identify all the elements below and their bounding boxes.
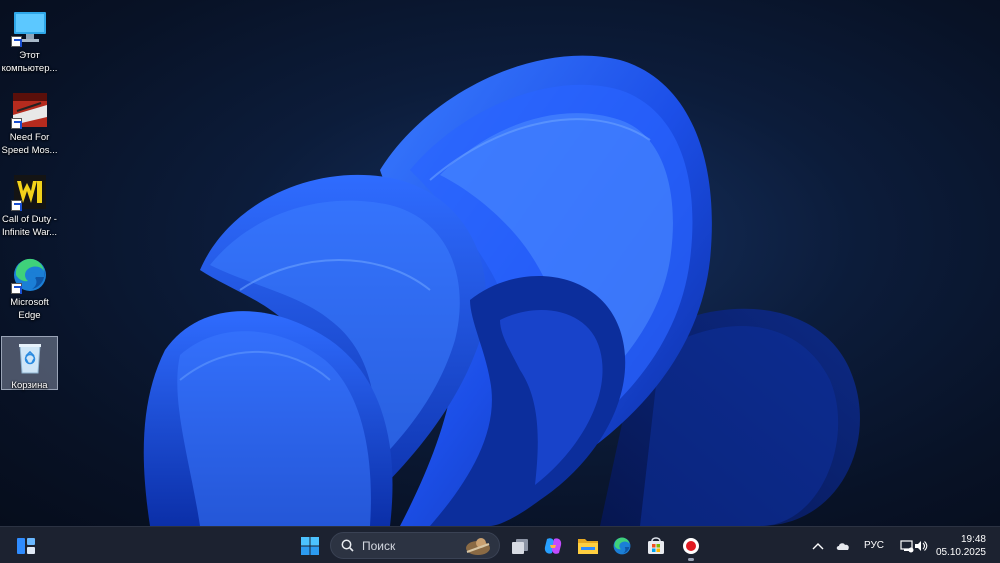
desktop-icon-edge[interactable]: Microsoft Edge bbox=[1, 251, 58, 331]
search-box[interactable]: Поиск bbox=[330, 532, 500, 559]
task-view-button[interactable] bbox=[505, 531, 535, 561]
copilot-icon bbox=[544, 538, 562, 554]
search-highlight-icon bbox=[466, 538, 490, 555]
desktop-icon-label: Need For Speed Mos... bbox=[1, 132, 58, 156]
store-icon bbox=[648, 537, 664, 554]
shortcut-arrow-icon bbox=[10, 36, 22, 47]
cloud-icon bbox=[836, 543, 849, 550]
chevron-up-icon bbox=[812, 543, 824, 550]
desktop-icon-cod[interactable]: Call of Duty - Infinite War... bbox=[1, 168, 58, 248]
clock[interactable]: 19:48 05.10.2025 bbox=[936, 533, 986, 559]
edge-taskbar-button[interactable] bbox=[607, 531, 637, 561]
clock-date: 05.10.2025 bbox=[935, 547, 986, 558]
clock-time: 19:48 bbox=[960, 534, 986, 545]
task-view-icon bbox=[512, 539, 528, 554]
store-button[interactable] bbox=[641, 531, 671, 561]
desktop-icon-recycle-bin[interactable]: Корзина bbox=[1, 336, 58, 391]
computer-icon bbox=[10, 9, 49, 47]
onedrive-button[interactable] bbox=[828, 531, 858, 561]
recycle-bin-icon bbox=[11, 341, 49, 379]
desktop-icon-this-pc[interactable]: Этот компьютер... bbox=[1, 4, 58, 84]
start-button[interactable] bbox=[295, 531, 325, 561]
file-explorer-button[interactable] bbox=[573, 531, 603, 561]
desktop-icon-label: Корзина bbox=[11, 380, 48, 391]
desktop-icon-label: Call of Duty - Infinite War... bbox=[1, 214, 58, 238]
widgets-button[interactable] bbox=[11, 531, 41, 561]
copilot-button[interactable] bbox=[538, 531, 568, 561]
desktop-icon-label: Microsoft Edge bbox=[10, 297, 49, 321]
shortcut-arrow-icon bbox=[10, 118, 22, 129]
search-placeholder: Поиск bbox=[362, 538, 396, 553]
desktop-icon-label: Этот компьютер... bbox=[1, 50, 58, 74]
volume-icon bbox=[915, 541, 928, 551]
shortcut-arrow-icon bbox=[10, 200, 22, 211]
edge-icon bbox=[10, 256, 49, 294]
search-icon bbox=[341, 539, 354, 552]
file-explorer-icon bbox=[578, 539, 598, 554]
start-icon bbox=[301, 537, 319, 555]
volume-button[interactable] bbox=[906, 531, 936, 561]
taskbar: Поиск РУС 19:48 05.10.2025 bbox=[0, 526, 1000, 563]
edge-icon bbox=[613, 537, 631, 555]
desktop-icon-nfs[interactable]: Need For Speed Mos... bbox=[1, 86, 58, 166]
running-indicator bbox=[688, 558, 694, 561]
desktop: Этот компьютер... Need For Speed Mos... bbox=[0, 0, 1000, 526]
recorder-button[interactable] bbox=[676, 531, 706, 561]
widgets-icon bbox=[17, 538, 35, 554]
record-icon bbox=[683, 538, 699, 554]
language-indicator[interactable]: РУС bbox=[864, 540, 884, 551]
shortcut-arrow-icon bbox=[10, 283, 22, 294]
nfs-game-icon bbox=[10, 91, 49, 129]
wallpaper-bloom bbox=[143, 55, 860, 526]
cod-game-icon bbox=[10, 173, 49, 211]
